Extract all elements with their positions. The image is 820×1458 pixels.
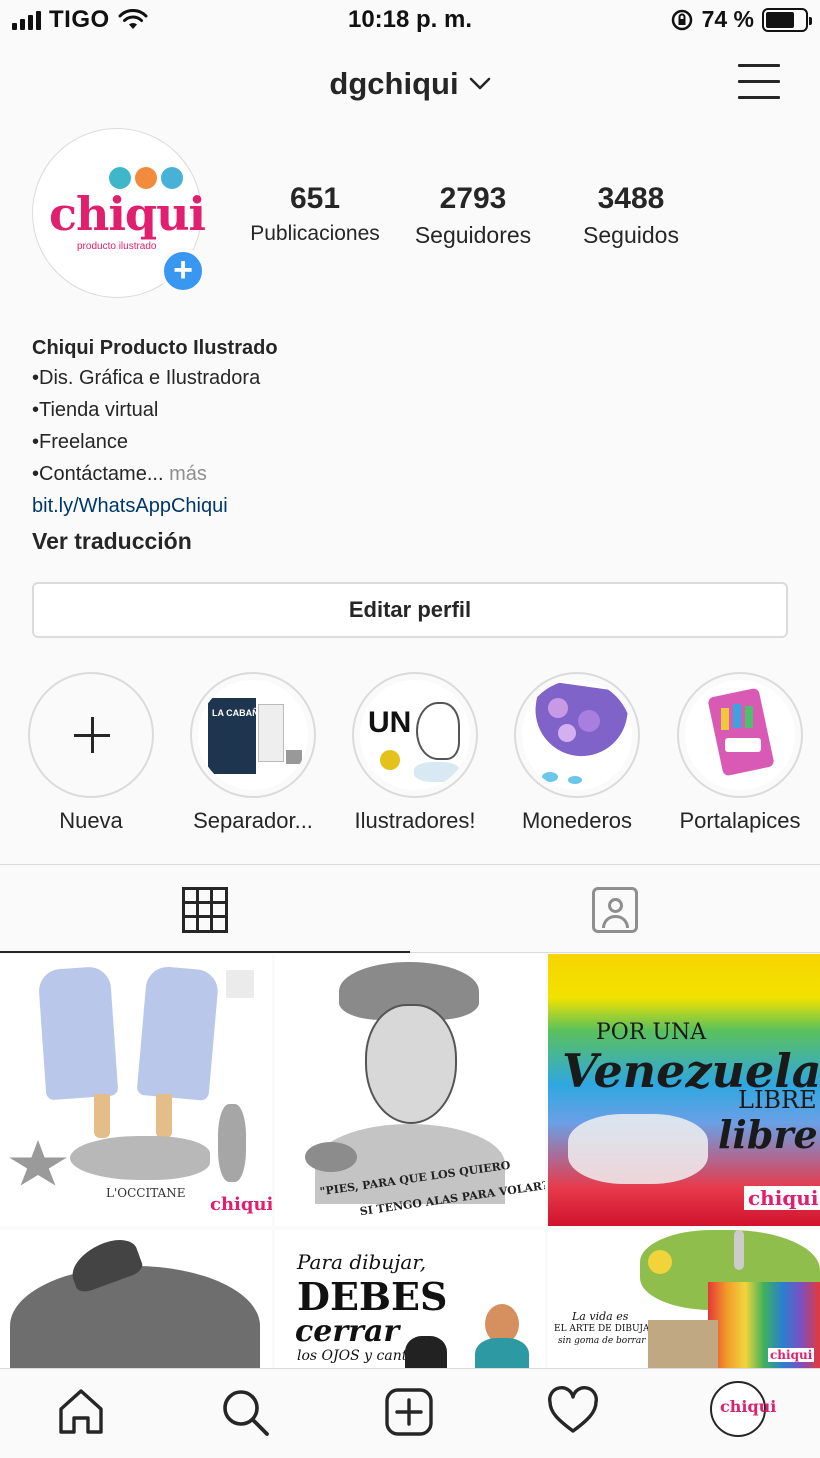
status-left: TIGO	[12, 6, 148, 34]
post-text-line: los OJOS y cantar	[297, 1348, 423, 1364]
highlight-label: Monederos	[521, 808, 633, 833]
status-bar: TIGO 10:18 p. m. 74 %	[0, 0, 820, 44]
post-text-line: sin goma de borrar	[558, 1336, 646, 1346]
following-label: Seguidos	[583, 222, 679, 248]
username[interactable]: dgchiqui	[329, 66, 458, 102]
bio-more-link[interactable]: más	[169, 463, 207, 485]
plus-icon[interactable]	[28, 672, 154, 798]
stat-followers[interactable]: 2793 Seguidores	[398, 182, 548, 249]
tagged-user-icon[interactable]	[592, 887, 638, 933]
profile-logo-text: chiqui	[720, 1397, 777, 1416]
heart-icon[interactable]	[546, 1385, 600, 1439]
post-thumbnail[interactable]: Para dibujar, DEBES cerrar los OJOS y ca…	[275, 1230, 545, 1368]
grid-icon[interactable]	[182, 887, 228, 933]
highlight-cover-image	[685, 680, 795, 790]
home-icon[interactable]	[54, 1385, 108, 1439]
posts-count: 651	[289, 182, 341, 215]
bio-line-text: •Contáctame...	[32, 463, 164, 485]
bio-line-last: •Contáctame... más	[32, 458, 792, 490]
post-text-line: LIBRE	[738, 1086, 817, 1114]
post-thumbnail[interactable]: La vida es EL ARTE DE DIBUJAR sin goma d…	[548, 1230, 820, 1368]
menu-icon[interactable]	[738, 64, 780, 102]
profile-header: dgchiqui	[0, 52, 820, 116]
post-logo-text: chiqui	[768, 1348, 815, 1362]
bottom-navigation: chiqui	[0, 1368, 820, 1458]
post-caption-text: L'OCCITANE	[106, 1186, 186, 1200]
multiple-images-icon	[224, 968, 256, 1000]
bio-website-link[interactable]: bit.ly/WhatsAppChiqui	[32, 490, 792, 522]
profile-avatar-button[interactable]: chiqui	[710, 1381, 776, 1437]
post-thumbnail[interactable]: "PIES, PARA QUE LOS QUIERO SI TENGO ALAS…	[275, 954, 545, 1226]
post-text-line: EL ARTE DE DIBUJAR	[554, 1324, 657, 1334]
avatar-logo-text: chiqui	[49, 187, 206, 241]
bio-line: •Dis. Gráfica e Ilustradora	[32, 367, 261, 389]
battery-fill	[766, 11, 795, 28]
search-icon[interactable]	[218, 1385, 272, 1439]
orientation-lock-icon	[671, 9, 692, 30]
highlight-ilustradores[interactable]: UN Ilustradores!	[335, 672, 495, 834]
status-right: 74 %	[670, 6, 812, 33]
highlight-label: Portalapices	[679, 808, 801, 833]
avatar-logo-subtitle: producto ilustrado	[77, 241, 157, 252]
account-switcher[interactable]: dgchiqui	[0, 66, 820, 102]
highlight-monederos[interactable]: Monederos	[497, 672, 657, 834]
wifi-icon	[118, 9, 148, 29]
post-text-line: La vida es	[572, 1310, 629, 1323]
post-logo-text: chiqui	[210, 1194, 272, 1215]
post-logo-text: chiqui	[744, 1186, 820, 1210]
poster-word: UN	[368, 706, 412, 739]
profile-tabs	[0, 864, 820, 953]
highlight-label: Nueva	[59, 808, 123, 833]
post-text-line: Para dibujar,	[297, 1250, 427, 1274]
post-text-line: POR UNA	[596, 1020, 707, 1045]
bio: Chiqui Producto Ilustrado •Dis. Gráfica …	[32, 334, 792, 560]
post-thumbnail[interactable]: L'OCCITANE chiqui	[0, 954, 272, 1226]
add-story-button[interactable]: +	[160, 248, 206, 294]
post-text-line: DEBES	[297, 1274, 448, 1319]
bio-line: •Freelance	[32, 431, 128, 453]
posts-grid: L'OCCITANE chiqui "PIES, PARA QUE LOS QU…	[0, 954, 820, 1368]
see-translation-link[interactable]: Ver traducción	[32, 522, 792, 560]
battery-percent: 74 %	[701, 6, 754, 32]
carrier-name: TIGO	[49, 6, 110, 33]
new-post-icon[interactable]	[382, 1385, 436, 1439]
posts-label: Publicaciones	[250, 222, 380, 245]
highlight-label: Ilustradores!	[354, 808, 476, 833]
following-count: 3488	[597, 182, 665, 215]
highlight-label: Separador...	[193, 808, 313, 833]
bio-line: •Tienda virtual	[32, 399, 159, 421]
highlight-separadores[interactable]: LA CABAÑA Separador...	[173, 672, 333, 834]
highlight-cover-image: UN	[360, 680, 470, 790]
post-thumbnail[interactable]: POR UNA Venezuela LIBRE libre chiqui	[548, 954, 820, 1226]
signal-icon	[12, 10, 41, 30]
chevron-down-icon[interactable]	[469, 77, 491, 91]
followers-count: 2793	[439, 182, 507, 215]
stat-following[interactable]: 3488 Seguidos	[556, 182, 706, 249]
highlight-portalapices[interactable]: Portalapices	[660, 672, 820, 834]
stat-posts[interactable]: 651 Publicaciones	[240, 182, 390, 246]
post-text-line: libre	[718, 1112, 818, 1157]
battery-icon	[762, 7, 812, 32]
tab-tagged[interactable]	[410, 865, 820, 953]
followers-label: Seguidores	[414, 222, 532, 248]
highlight-cover-image: LA CABAÑA	[198, 680, 308, 790]
highlight-new[interactable]: Nueva	[11, 672, 171, 834]
edit-profile-button[interactable]: Editar perfil	[32, 582, 788, 638]
tab-posts-grid[interactable]	[0, 865, 410, 953]
post-text-line: cerrar	[295, 1314, 400, 1349]
bio-name: Chiqui Producto Ilustrado	[32, 337, 278, 359]
post-thumbnail[interactable]	[0, 1230, 272, 1368]
logo-faces-icon	[109, 167, 183, 189]
highlight-cover-image	[522, 680, 632, 790]
